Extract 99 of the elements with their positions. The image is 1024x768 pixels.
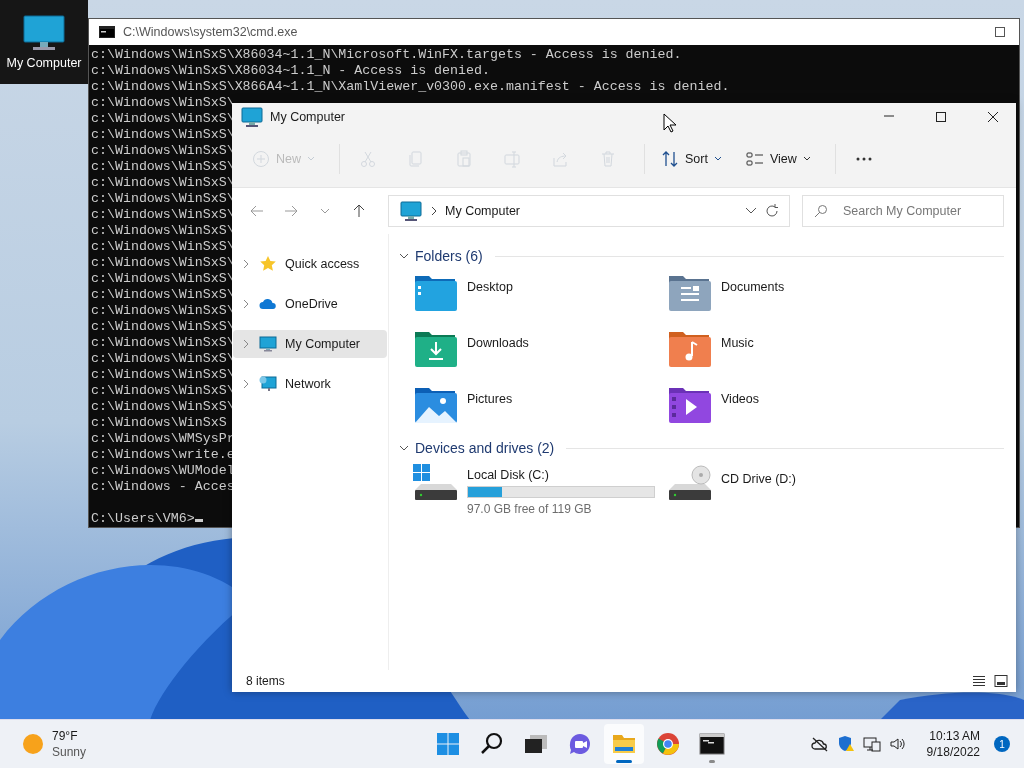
console-line: c:\Windows\write.e — [91, 447, 235, 462]
mouse-pointer-icon — [663, 113, 677, 133]
details-view-icon[interactable] — [972, 675, 986, 687]
address-text: My Computer — [445, 204, 522, 218]
monitor-icon — [259, 335, 277, 353]
console-line: c:\Windows\WinSxS — [91, 415, 227, 430]
sort-button[interactable]: Sort — [653, 142, 730, 176]
console-icon — [99, 26, 115, 38]
maximize-icon — [935, 111, 947, 123]
item-label[interactable]: Music — [721, 336, 754, 350]
browser-icon — [655, 731, 682, 757]
chevron-right-icon[interactable] — [241, 379, 251, 389]
console-line: c:\Windows\WinSxS\ — [91, 143, 235, 158]
network-icon[interactable] — [862, 736, 881, 752]
maximize-icon[interactable] — [995, 27, 1005, 37]
chevron-right-icon — [431, 206, 437, 216]
start-icon — [435, 731, 462, 757]
console-line: c:\Windows\WinSxS\ — [91, 399, 235, 414]
console-line: c:\Windows\WinSxS\ — [91, 287, 235, 302]
window-title: My Computer — [270, 110, 346, 124]
console-line: c:\Windows\WinSxS\ — [91, 271, 235, 286]
arrow-up-icon — [351, 203, 367, 219]
console-line: c:\Windows\WinSxS\X86034~1.1_N - Access is denied. — [91, 63, 490, 78]
window-title: C:\Windows\system32\cmd.exe — [123, 25, 299, 39]
sun-icon — [22, 733, 44, 755]
speaker-icon[interactable] — [888, 736, 907, 752]
console-line: c:\Windows\WinSxS\ — [91, 319, 235, 334]
desktop-icon-label: My Computer — [6, 56, 82, 70]
console-line: c:\Windows\WinSxS\ — [91, 351, 235, 366]
console-line: c:\Windows\WinSxS\ — [91, 95, 235, 110]
caret-icon — [713, 156, 722, 162]
clock[interactable]: 10:13 AM 9/18/2022 — [926, 728, 980, 760]
caret-icon — [802, 156, 811, 162]
console-line: c:\Windows\WinSxS\X86034~1.1_N\Microsoft.WinFX.targets - Access is denied. — [91, 47, 682, 62]
console-line: c:\Windows\WinSxS\ — [91, 111, 235, 126]
refresh-icon[interactable] — [765, 204, 779, 218]
console-line: c:\Windows\WinSxS\ — [91, 335, 235, 350]
console-line: c:\Windows\WinSxS\ — [91, 127, 235, 142]
caret-icon — [307, 156, 315, 162]
monitor-icon — [22, 14, 66, 52]
running-indicator — [709, 760, 716, 763]
view-button[interactable]: View — [737, 142, 819, 176]
chevron-right-icon[interactable] — [241, 339, 251, 349]
monitor-icon — [399, 200, 423, 222]
tiles-view-icon[interactable] — [994, 675, 1008, 687]
arrow-right-icon — [283, 203, 299, 219]
console-line: c:\Windows\WinSxS\ — [91, 367, 235, 382]
section-heading[interactable]: Devices and drives (2) — [415, 440, 555, 456]
shield-warning-icon[interactable] — [836, 735, 855, 753]
console-line: c:\Windows\WinSxS\X866A4~1.1_N\XamlViewer_v0300.exe.manifest - Access is denied. — [91, 79, 730, 94]
console-line: c:\Windows\WinSxS\ — [91, 207, 235, 222]
console-prompt: C:\Users\VM6> — [91, 511, 195, 526]
item-label[interactable]: CD Drive (D:) — [721, 472, 796, 486]
console-line: c:\Windows\WinSxS\ — [91, 223, 235, 238]
notification-badge[interactable]: 1 — [994, 736, 1010, 752]
nav-item[interactable]: Quick access — [233, 250, 387, 278]
item-label[interactable]: Pictures — [467, 392, 513, 406]
monitor-icon — [240, 106, 264, 128]
address-bar[interactable]: My Computer — [388, 195, 790, 227]
item-label[interactable]: Downloads — [467, 336, 529, 350]
console-line: c:\Windows\WUModel — [91, 463, 235, 478]
nav-item[interactable]: My Computer — [233, 330, 387, 358]
console-line: c:\Windows\WinSxS\ — [91, 159, 235, 174]
desktop-icon[interactable]: My Computer — [0, 0, 88, 84]
cloud-offline-icon[interactable] — [810, 736, 829, 752]
console-line: c:\Windows\WinSxS\ — [91, 175, 235, 190]
text-cursor — [194, 519, 203, 522]
console-line: c:\Windows\WinSxS\ — [91, 255, 235, 270]
network-icon — [259, 375, 277, 393]
free-space-text: 97.0 GB free of 119 GB — [467, 502, 593, 516]
console-line: c:\Windows\WMSysPr — [91, 431, 235, 446]
weather-text[interactable]: Sunny — [52, 744, 87, 760]
search-field[interactable]: Search My Computer — [802, 195, 1004, 227]
console-line: c:\Windows\WinSxS\ — [91, 239, 235, 254]
item-label[interactable]: Local Disk (C:) — [467, 468, 655, 482]
time-text: 10:13 AM — [929, 728, 980, 744]
console-line: c:\Windows\WinSxS\ — [91, 303, 235, 318]
chevron-right-icon[interactable] — [241, 299, 251, 309]
temperature-text[interactable]: 79°F — [52, 728, 87, 744]
item-label[interactable]: Videos — [721, 392, 759, 406]
running-indicator — [616, 760, 633, 763]
close-icon — [987, 111, 999, 123]
nav-item[interactable]: Network — [233, 370, 387, 398]
search-icon — [814, 204, 828, 218]
chevron-down-icon[interactable] — [399, 251, 409, 261]
console-icon — [699, 731, 726, 757]
arrow-left-icon — [249, 203, 265, 219]
chevron-down-icon[interactable] — [745, 207, 757, 215]
item-label[interactable]: Documents — [721, 280, 785, 294]
item-label[interactable]: Desktop — [467, 280, 513, 294]
date-text: 9/18/2022 — [926, 744, 980, 760]
item-count: 8 items — [246, 674, 286, 688]
nav-item[interactable]: OneDrive — [233, 290, 387, 318]
console-line: c:\Windows\WinSxS\ — [91, 383, 235, 398]
section-heading[interactable]: Folders (6) — [415, 248, 483, 264]
chevron-down-icon[interactable] — [399, 443, 409, 453]
chevron-right-icon[interactable] — [241, 259, 251, 269]
console-line: c:\Windows\WinSxS\ — [91, 191, 235, 206]
star-icon — [259, 255, 277, 273]
